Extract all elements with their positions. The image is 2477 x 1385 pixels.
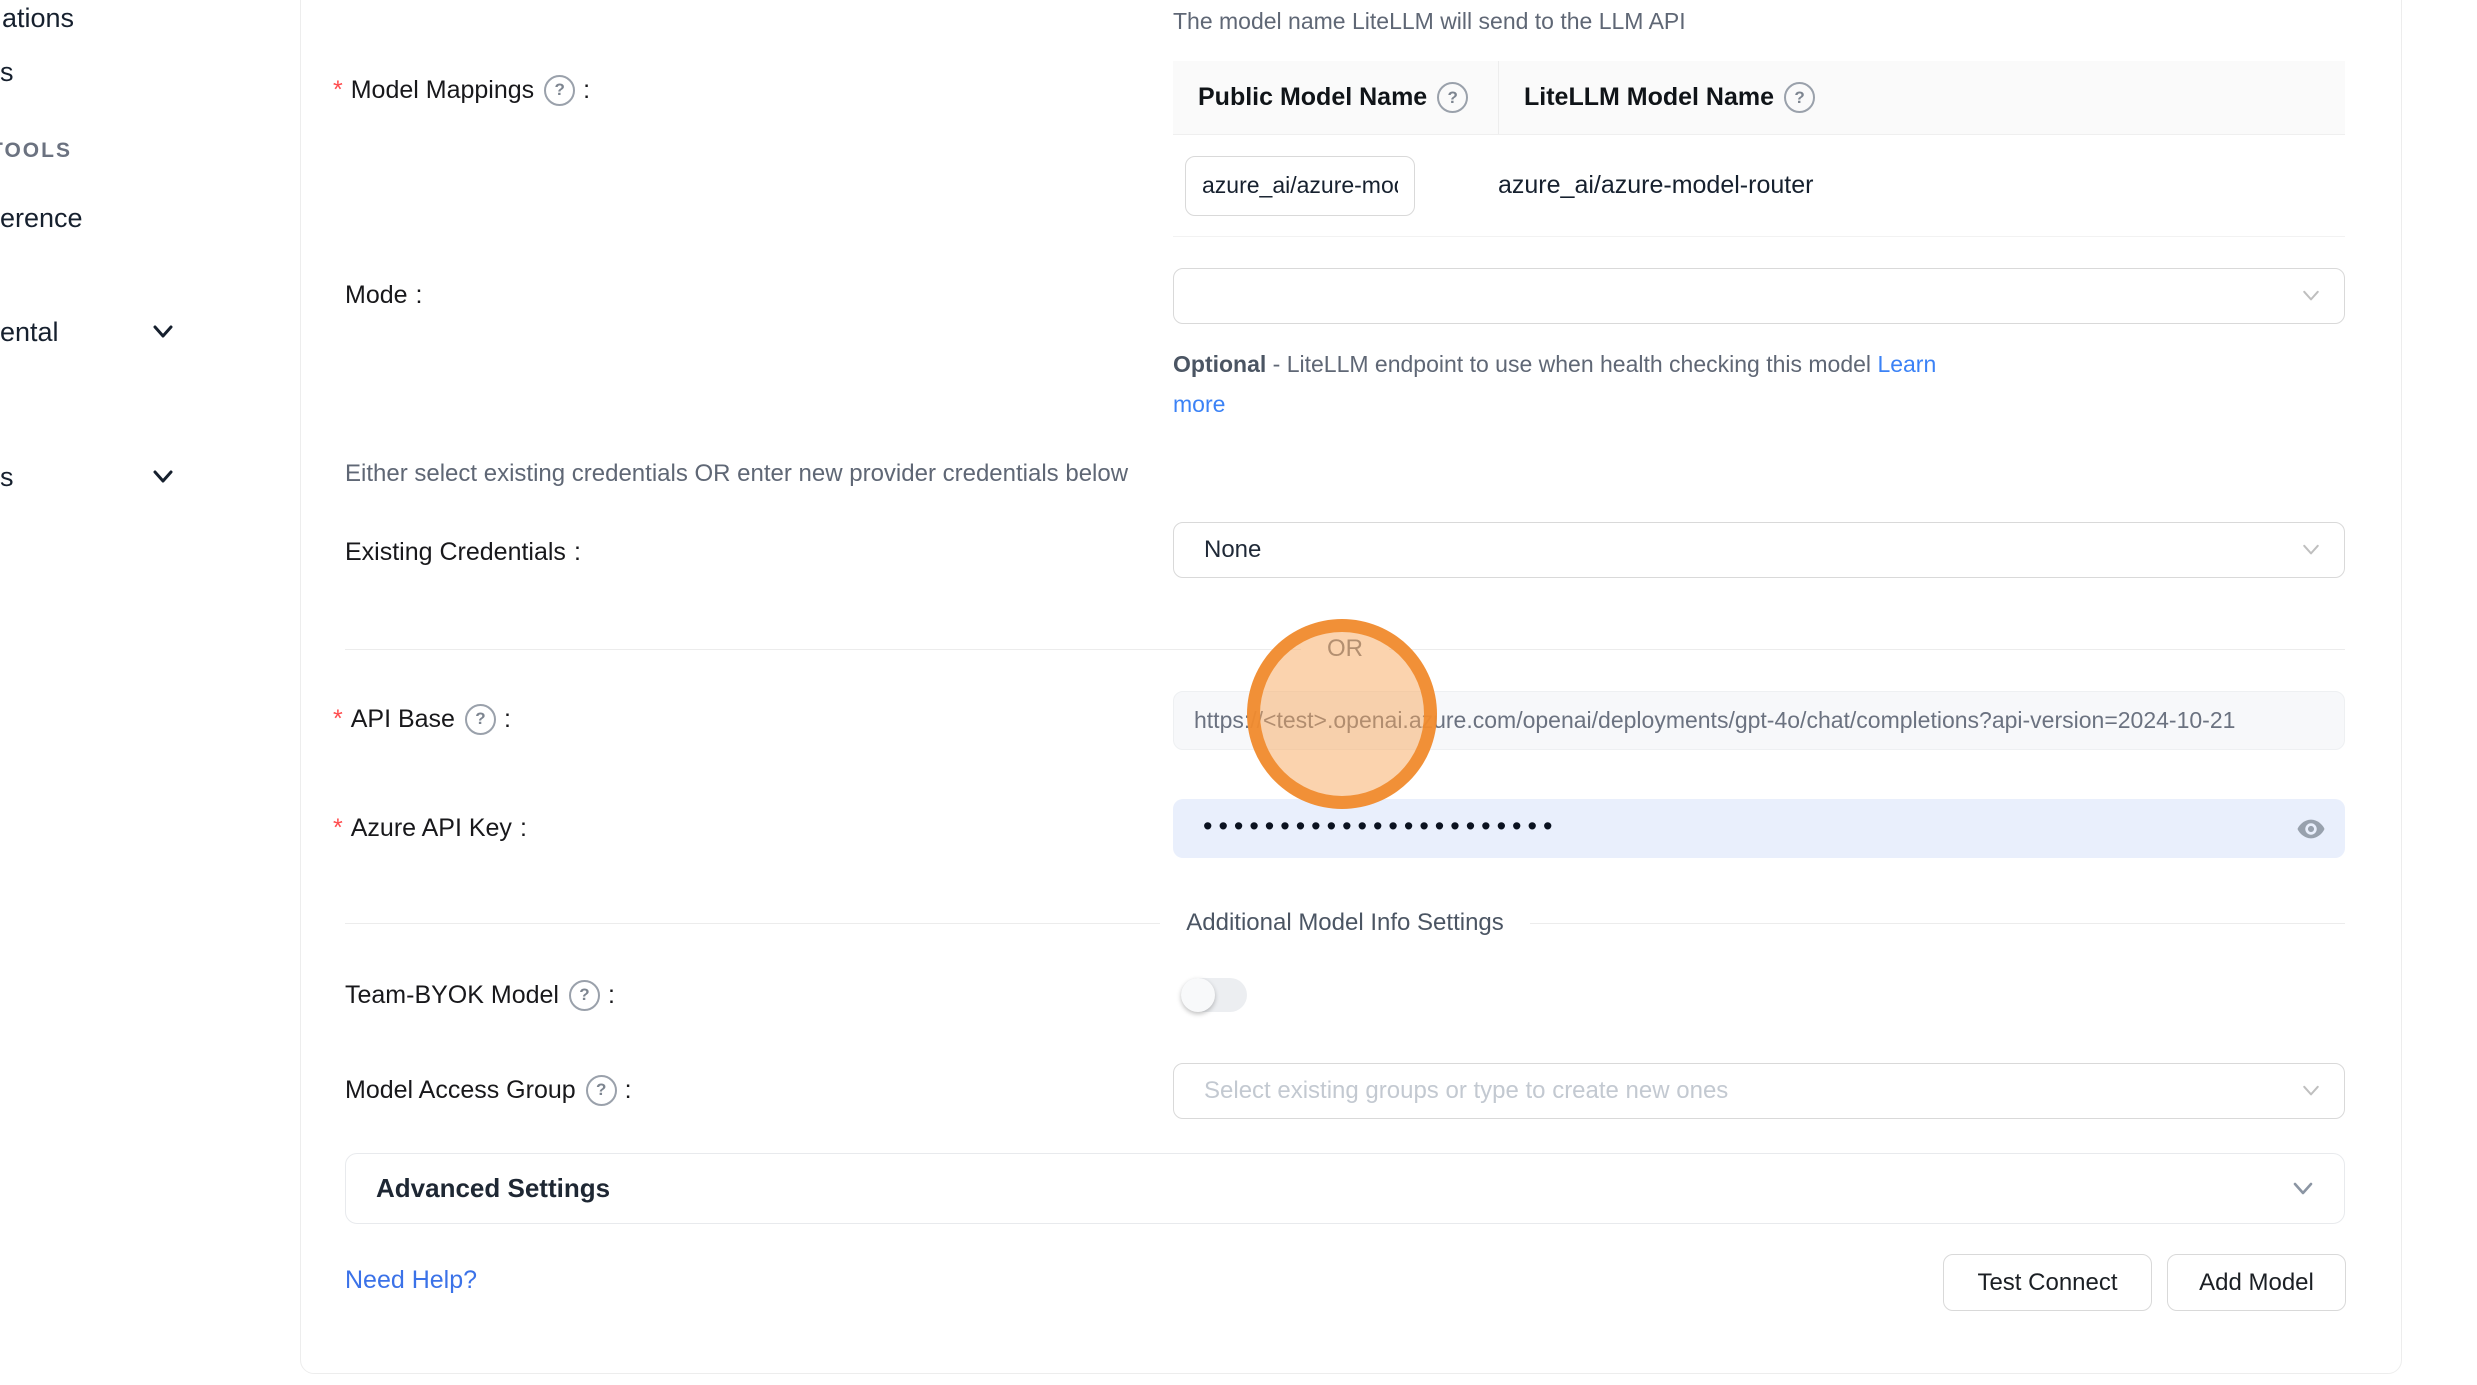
azure-api-key-input[interactable]: ••••••••••••••••••••••• (1173, 799, 2345, 858)
required-asterisk: * (333, 76, 343, 105)
help-icon[interactable]: ? (586, 1075, 617, 1106)
sidebar-item-s-1[interactable]: s (0, 57, 14, 88)
api-base-input[interactable] (1173, 691, 2345, 750)
learn-more-link[interactable]: Learn (1877, 351, 1936, 377)
sidebar-item-erence[interactable]: erence (0, 203, 83, 234)
test-connect-button[interactable]: Test Connect (1943, 1254, 2152, 1311)
sidebar-section-tools: TOOLS (0, 139, 72, 163)
mode-label: Mode : (345, 278, 423, 312)
select-placeholder: Select existing groups or type to create… (1204, 1077, 1728, 1105)
mode-optional-hint: Optional - LiteLLM endpoint to use when … (1173, 344, 2003, 424)
help-icon[interactable]: ? (1437, 82, 1468, 113)
sidebar-item-ental[interactable]: ental (0, 317, 59, 348)
chevron-down-icon (2300, 285, 2322, 307)
chevron-down-icon (2300, 539, 2322, 561)
existing-credentials-label: Existing Credentials : (345, 535, 581, 569)
add-model-page: ations s TOOLS erence ental s The model … (0, 0, 2477, 1385)
learn-more-link[interactable]: more (1173, 391, 1225, 417)
additional-settings-divider: Additional Model Info Settings (345, 907, 2345, 939)
chevron-down-icon (150, 464, 176, 490)
public-model-name-input[interactable] (1185, 156, 1415, 216)
masked-key-value: ••••••••••••••••••••••• (1203, 813, 1558, 840)
model-access-group-select[interactable]: Select existing groups or type to create… (1173, 1063, 2345, 1119)
sidebar-item-ations[interactable]: ations (2, 3, 74, 34)
column-header-litellm-model-name: LiteLLM Model Name ? (1498, 61, 2345, 134)
toggle-knob (1181, 978, 1215, 1012)
help-icon[interactable]: ? (569, 980, 600, 1011)
existing-credentials-select[interactable]: None (1173, 522, 2345, 578)
required-asterisk: * (333, 705, 343, 734)
mode-select[interactable] (1173, 268, 2345, 324)
model-access-group-label: Model Access Group ? : (345, 1073, 632, 1107)
required-asterisk: * (333, 814, 343, 843)
table-row: azure_ai/azure-model-router (1173, 135, 2345, 237)
column-header-public-model-name: Public Model Name ? (1173, 61, 1498, 134)
chevron-down-icon (2300, 1080, 2322, 1102)
help-icon[interactable]: ? (544, 75, 575, 106)
sidebar-item-s-2[interactable]: s (0, 462, 14, 493)
chevron-down-icon (2290, 1176, 2316, 1202)
help-icon[interactable]: ? (1784, 82, 1815, 113)
need-help-link[interactable]: Need Help? (345, 1266, 477, 1295)
azure-api-key-label: * Azure API Key : (333, 811, 527, 845)
chevron-down-icon (150, 319, 176, 345)
litellm-model-name-value: azure_ai/azure-model-router (1485, 171, 1813, 200)
team-byok-toggle[interactable] (1181, 978, 1247, 1012)
help-icon[interactable]: ? (465, 704, 496, 735)
table-header-row: Public Model Name ? LiteLLM Model Name ? (1173, 61, 2345, 135)
or-divider: OR (345, 633, 2345, 665)
advanced-settings-header[interactable]: Advanced Settings (345, 1153, 2345, 1224)
model-mappings-table: Public Model Name ? LiteLLM Model Name ?… (1173, 61, 2345, 237)
model-name-hint: The model name LiteLLM will send to the … (1173, 8, 1686, 35)
add-model-button[interactable]: Add Model (2167, 1254, 2346, 1311)
eye-icon[interactable] (2295, 813, 2327, 845)
credentials-hint: Either select existing credentials OR en… (345, 460, 1128, 488)
model-mappings-label: * Model Mappings ? : (333, 73, 590, 107)
api-base-label: * API Base ? : (333, 702, 511, 736)
team-byok-label: Team-BYOK Model ? : (345, 978, 615, 1012)
